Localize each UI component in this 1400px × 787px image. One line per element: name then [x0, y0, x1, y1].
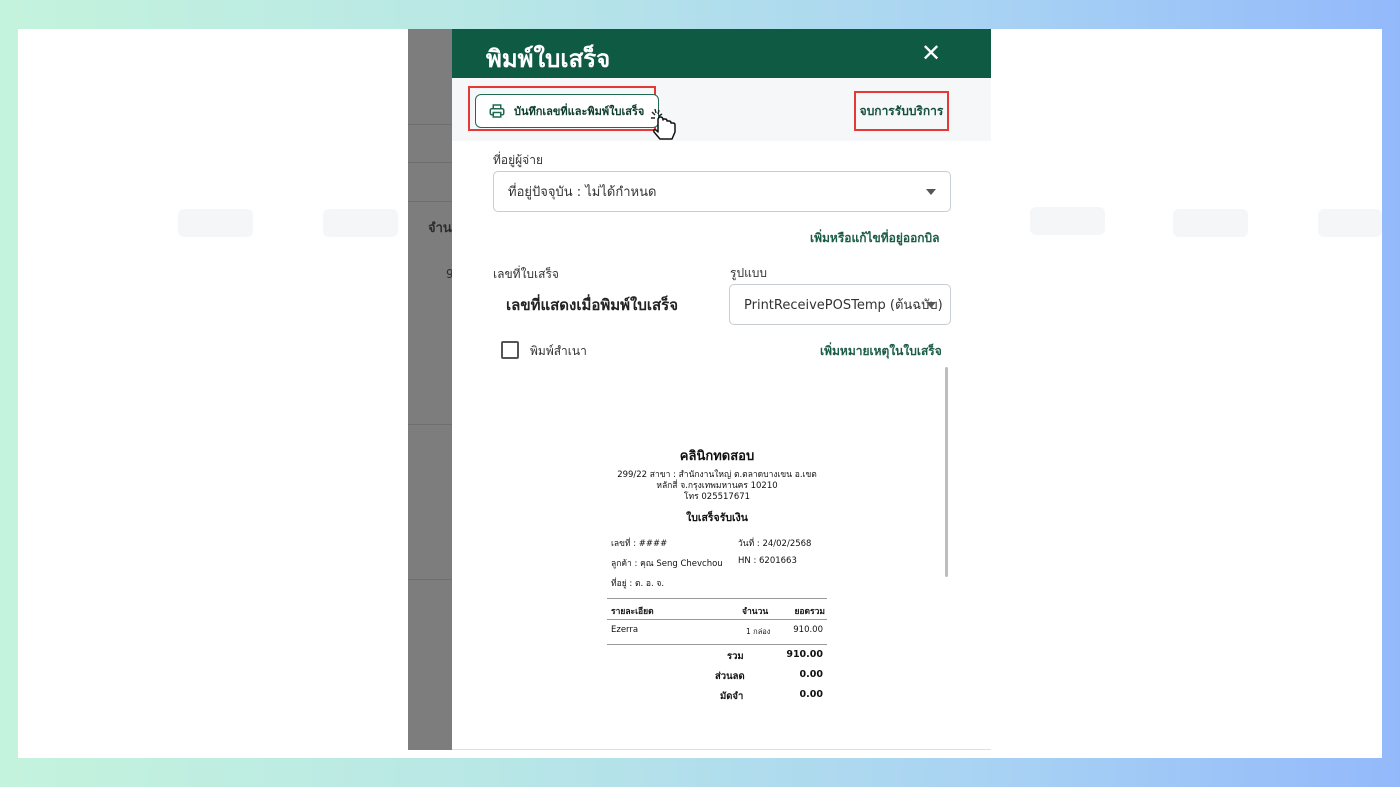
item-qty: 1 กล่อง [746, 627, 771, 636]
col-total: ยอดรวม [794, 607, 825, 617]
deposit-label: มัดจำ [720, 691, 744, 702]
sum-label: รวม [727, 651, 744, 662]
copy-print-checkbox[interactable] [501, 341, 519, 359]
divider [408, 201, 452, 202]
seller-address-value: ที่อยู่ปัจจุบัน : ไม่ได้กำหนด [508, 185, 657, 200]
clinic-name: คลินิกทดสอบ [679, 449, 755, 464]
save-and-print-label: บันทึกเลขที่และพิมพ์ใบเสร็จ [514, 105, 645, 118]
chevron-down-icon [926, 188, 936, 195]
end-service-button[interactable]: จบการรับบริการ [854, 91, 949, 131]
discount-row: ส่วนลด 0.00 [607, 665, 827, 685]
receipt-number-value: เลขที่แสดงเมื่อพิมพ์ใบเสร็จ [506, 296, 679, 314]
screenshot-frame: จำนว 9 พิมพ์ใบเสร็จ ✕ บันทึกเลขที่และพิม… [18, 29, 1382, 758]
format-value: PrintReceivePOSTemp (ต้นฉบับ) [744, 298, 943, 313]
receipt-date: วันที่ : 24/02/2568 [738, 539, 812, 549]
address-line: 299/22 สาขา : สำนักงานใหญ่ ต.ตลาดบางเขน … [617, 470, 817, 480]
dialog-toolbar: บันทึกเลขที่และพิมพ์ใบเสร็จ จบการรับบริก… [452, 78, 991, 141]
col-qty: จำนวน [742, 607, 769, 617]
receipt-meta: เลขที่ : #### วันที่ : 24/02/2568 ลูกค้า… [607, 532, 827, 598]
receipt-no: เลขที่ : #### [611, 539, 668, 549]
discount-label: ส่วนลด [715, 671, 745, 682]
preview-scrollbar[interactable] [945, 367, 948, 577]
printer-icon [489, 104, 505, 118]
chevron-down-icon [926, 301, 936, 308]
edit-address-link[interactable]: เพิ่มหรือแก้ไขที่อยู่ออกบิล [810, 229, 940, 248]
save-and-print-button[interactable]: บันทึกเลขที่และพิมพ์ใบเสร็จ [475, 94, 660, 128]
table-row: Ezerra 1 กล่อง 910.00 [607, 620, 827, 640]
background-placeholder [323, 209, 398, 237]
close-icon[interactable]: ✕ [917, 39, 945, 67]
copy-print-label: พิมพ์สำเนา [530, 344, 587, 358]
clinic-phone: โทร 025517671 [683, 492, 751, 502]
divider [452, 749, 991, 750]
divider [408, 124, 452, 125]
hand-cursor-icon [651, 108, 676, 140]
receipt-document: คลินิกทดสอบ 299/22 สาขา : สำนักงานใหญ่ ต… [607, 445, 827, 704]
discount-value: 0.00 [799, 669, 823, 680]
background-placeholder [178, 209, 253, 237]
print-receipt-dialog: พิมพ์ใบเสร็จ ✕ บันทึกเลขที่และพิมพ์ใบเสร… [452, 29, 991, 750]
receipt-hn: HN : 6201663 [738, 556, 797, 566]
receipt-doc-title: ใบเสร็จรับเงิน [686, 512, 748, 524]
table-header-row: รายละเอียด จำนวน ยอดรวม [607, 599, 827, 619]
background-placeholder [1318, 209, 1382, 237]
dialog-title: พิมพ์ใบเสร็จ [486, 45, 611, 73]
background-placeholder [1173, 209, 1248, 237]
background-placeholder [1030, 207, 1105, 235]
col-detail: รายละเอียด [611, 607, 654, 617]
item-total: 910.00 [793, 625, 823, 635]
dialog-header: พิมพ์ใบเสร็จ ✕ [452, 29, 991, 78]
divider [408, 579, 452, 580]
format-label: รูปแบบ [730, 266, 768, 280]
clinic-address: 299/22 สาขา : สำนักงานใหญ่ ต.ตลาดบางเขน … [607, 470, 827, 503]
sum-row: รวม 910.00 [607, 645, 827, 665]
receipt-customer: ลูกค้า : คุณ Seng Chevchou [611, 559, 723, 569]
add-note-link[interactable]: เพิ่มหมายเหตุในใบเสร็จ [820, 342, 942, 361]
receipt-address: ที่อยู่ : ต. อ. จ. [611, 579, 665, 589]
deposit-row: มัดจำ 0.00 [607, 685, 827, 704]
format-select[interactable]: PrintReceivePOSTemp (ต้นฉบับ) [729, 284, 951, 325]
address-line: หลักสี่ จ.กรุงเทพมหานคร 10210 [656, 481, 778, 491]
deposit-value: 0.00 [799, 689, 823, 700]
receipt-number-label: เลขที่ใบเสร็จ [493, 267, 559, 281]
seller-address-label: ที่อยู่ผู้จ่าย [493, 153, 543, 167]
seller-address-select[interactable]: ที่อยู่ปัจจุบัน : ไม่ได้กำหนด [493, 171, 951, 212]
sum-value: 910.00 [786, 649, 823, 660]
divider [408, 162, 452, 163]
divider [408, 424, 452, 425]
receipt-items-table: รายละเอียด จำนวน ยอดรวม Ezerra 1 กล่อง 9… [607, 598, 827, 704]
receipt-preview[interactable]: คลินิกทดสอบ 299/22 สาขา : สำนักงานใหญ่ ต… [512, 369, 942, 704]
item-name: Ezerra [611, 625, 639, 635]
